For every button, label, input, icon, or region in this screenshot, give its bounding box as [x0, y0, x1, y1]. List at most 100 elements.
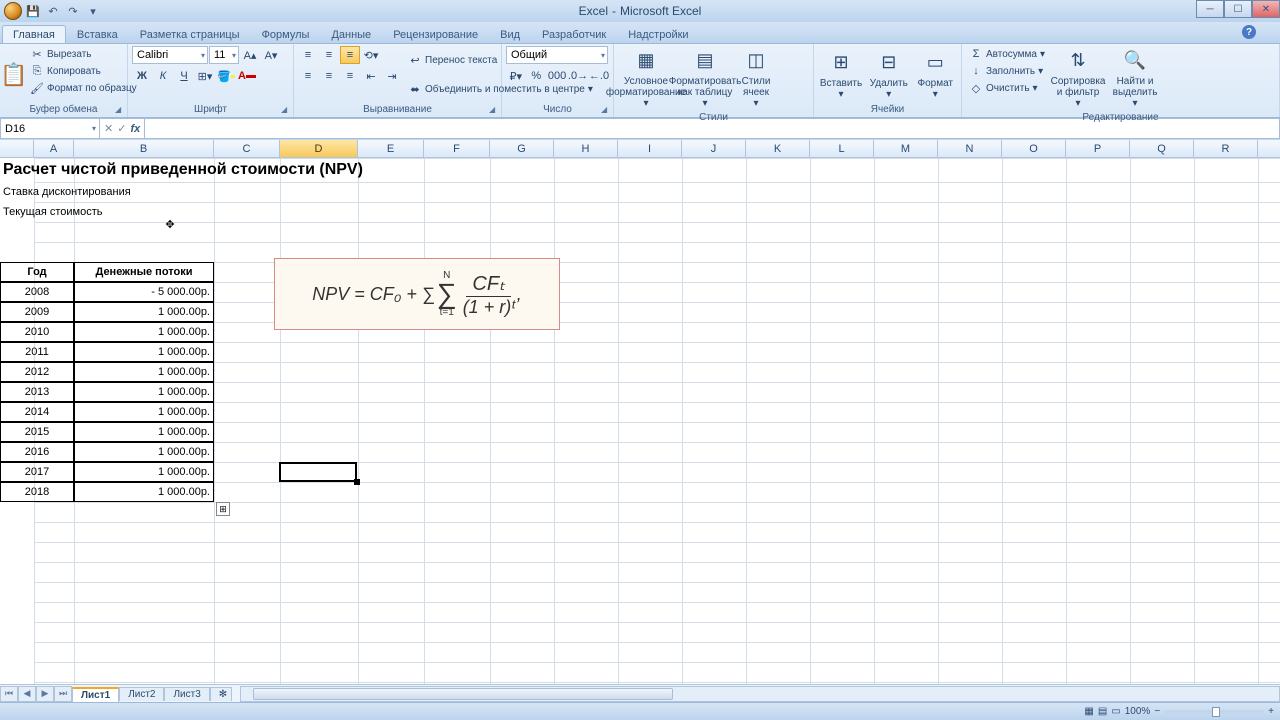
- select-all-corner[interactable]: [0, 140, 34, 157]
- column-header-A[interactable]: A: [34, 140, 74, 157]
- orientation-icon[interactable]: ⟲▾: [361, 46, 381, 64]
- align-left-icon[interactable]: ≡: [298, 67, 318, 85]
- maximize-button[interactable]: ☐: [1224, 0, 1252, 18]
- table-cell-cf[interactable]: 1 000.00р.: [74, 482, 214, 502]
- accept-formula-icon[interactable]: ✓: [117, 122, 126, 135]
- column-header-B[interactable]: B: [74, 140, 214, 157]
- cell-styles-button[interactable]: ◫Стили ячеек▾: [736, 46, 776, 111]
- table-cell-year[interactable]: 2009: [0, 302, 74, 322]
- column-header-M[interactable]: M: [874, 140, 938, 157]
- fill-button[interactable]: ↓Заполнить▾: [966, 63, 1048, 79]
- cancel-formula-icon[interactable]: ✕: [104, 122, 113, 135]
- bold-icon[interactable]: Ж: [132, 67, 152, 85]
- table-cell-year[interactable]: 2018: [0, 482, 74, 502]
- delete-cells-button[interactable]: ⊟Удалить▾: [867, 46, 911, 103]
- align-top-icon[interactable]: ≡: [298, 46, 318, 64]
- currency-icon[interactable]: ₽▾: [506, 67, 526, 85]
- decrease-indent-icon[interactable]: ⇤: [361, 67, 381, 85]
- conditional-formatting-button[interactable]: ▦Условное форматирование▾: [618, 46, 674, 111]
- find-select-button[interactable]: 🔍Найти и выделить▾: [1108, 46, 1162, 111]
- table-cell-year[interactable]: 2011: [0, 342, 74, 362]
- format-cells-button[interactable]: ▭Формат▾: [914, 46, 958, 103]
- table-cell-year[interactable]: 2016: [0, 442, 74, 462]
- table-cell-cf[interactable]: 1 000.00р.: [74, 442, 214, 462]
- column-header-C[interactable]: C: [214, 140, 280, 157]
- zoom-level[interactable]: 100%: [1125, 706, 1151, 717]
- sheet-tab-1[interactable]: Лист1: [72, 687, 119, 702]
- fx-icon[interactable]: fx: [130, 123, 140, 135]
- formula-image-object[interactable]: NPV = CF₀ + ∑ N ∑ t=1 CFₜ (1 + r)ᵗ ,: [274, 258, 560, 330]
- tab-developer[interactable]: Разработчик: [531, 25, 617, 43]
- cell-a3[interactable]: Текущая стоимость: [0, 202, 210, 222]
- table-header-cf[interactable]: Денежные потоки: [74, 262, 214, 282]
- align-middle-icon[interactable]: ≡: [319, 46, 339, 64]
- table-cell-year[interactable]: 2015: [0, 422, 74, 442]
- increase-decimal-icon[interactable]: .0→: [568, 67, 588, 85]
- zoom-slider[interactable]: [1164, 710, 1264, 714]
- cut-button[interactable]: ✂Вырезать: [27, 46, 140, 62]
- column-header-Q[interactable]: Q: [1130, 140, 1194, 157]
- column-header-P[interactable]: P: [1066, 140, 1130, 157]
- table-cell-cf[interactable]: 1 000.00р.: [74, 422, 214, 442]
- comma-icon[interactable]: 000: [547, 67, 567, 85]
- font-launcher-icon[interactable]: ◢: [281, 105, 291, 115]
- column-header-K[interactable]: K: [746, 140, 810, 157]
- close-button[interactable]: ✕: [1252, 0, 1280, 18]
- fill-color-icon[interactable]: 🪣: [216, 67, 236, 85]
- undo-icon[interactable]: ↶: [44, 2, 62, 20]
- table-cell-cf[interactable]: 1 000.00р.: [74, 322, 214, 342]
- tab-addins[interactable]: Надстройки: [617, 25, 699, 43]
- tab-formulas[interactable]: Формулы: [251, 25, 321, 43]
- name-box[interactable]: D16: [0, 118, 100, 139]
- office-button[interactable]: [4, 2, 22, 20]
- tab-review[interactable]: Рецензирование: [382, 25, 489, 43]
- increase-indent-icon[interactable]: ⇥: [382, 67, 402, 85]
- cell-a2[interactable]: Ставка дисконтирования: [0, 182, 210, 202]
- qat-dropdown-icon[interactable]: ▾: [84, 2, 102, 20]
- format-painter-button[interactable]: 🖌Формат по образцу: [27, 80, 140, 96]
- redo-icon[interactable]: ↷: [64, 2, 82, 20]
- table-header-year[interactable]: Год: [0, 262, 74, 282]
- tab-data[interactable]: Данные: [320, 25, 382, 43]
- font-size-combo[interactable]: 11: [209, 46, 239, 64]
- column-header-D[interactable]: D: [280, 140, 358, 157]
- sheet-tab-3[interactable]: Лист3: [164, 687, 209, 701]
- autofill-options-icon[interactable]: ⊞: [216, 502, 230, 516]
- column-header-G[interactable]: G: [490, 140, 554, 157]
- alignment-launcher-icon[interactable]: ◢: [489, 105, 499, 115]
- tab-home[interactable]: Главная: [2, 25, 66, 43]
- clear-button[interactable]: ◇Очистить▾: [966, 80, 1048, 96]
- shrink-font-icon[interactable]: A▾: [261, 46, 281, 64]
- table-cell-cf[interactable]: 1 000.00р.: [74, 382, 214, 402]
- save-icon[interactable]: 💾: [24, 2, 42, 20]
- align-bottom-icon[interactable]: ≡: [340, 46, 360, 64]
- tab-page-layout[interactable]: Разметка страницы: [129, 25, 251, 43]
- column-header-E[interactable]: E: [358, 140, 424, 157]
- table-cell-year[interactable]: 2012: [0, 362, 74, 382]
- view-layout-icon[interactable]: ▤: [1098, 706, 1107, 717]
- table-cell-cf[interactable]: 1 000.00р.: [74, 462, 214, 482]
- zoom-out-icon[interactable]: −: [1154, 706, 1160, 717]
- sheet-tab-2[interactable]: Лист2: [119, 687, 164, 701]
- paste-icon[interactable]: 📋: [0, 62, 27, 88]
- column-header-J[interactable]: J: [682, 140, 746, 157]
- column-header-N[interactable]: N: [938, 140, 1002, 157]
- grow-font-icon[interactable]: A▴: [240, 46, 260, 64]
- table-cell-year[interactable]: 2017: [0, 462, 74, 482]
- new-sheet-icon[interactable]: ✻: [210, 687, 232, 701]
- column-header-O[interactable]: O: [1002, 140, 1066, 157]
- fill-handle[interactable]: [354, 479, 360, 485]
- table-cell-cf[interactable]: 1 000.00р.: [74, 302, 214, 322]
- view-normal-icon[interactable]: ▦: [1084, 706, 1093, 717]
- column-header-R[interactable]: R: [1194, 140, 1258, 157]
- column-header-L[interactable]: L: [810, 140, 874, 157]
- number-format-combo[interactable]: Общий: [506, 46, 608, 64]
- cell-title[interactable]: Расчет чистой приведенной стоимости (NPV…: [0, 158, 420, 182]
- table-cell-year[interactable]: 2013: [0, 382, 74, 402]
- sheet-nav-last-icon[interactable]: ⏭: [54, 686, 72, 702]
- table-cell-cf[interactable]: 1 000.00р.: [74, 362, 214, 382]
- tab-view[interactable]: Вид: [489, 25, 531, 43]
- autosum-button[interactable]: ΣАвтосумма▾: [966, 46, 1048, 62]
- insert-cells-button[interactable]: ⊞Вставить▾: [818, 46, 864, 103]
- italic-icon[interactable]: К: [153, 67, 173, 85]
